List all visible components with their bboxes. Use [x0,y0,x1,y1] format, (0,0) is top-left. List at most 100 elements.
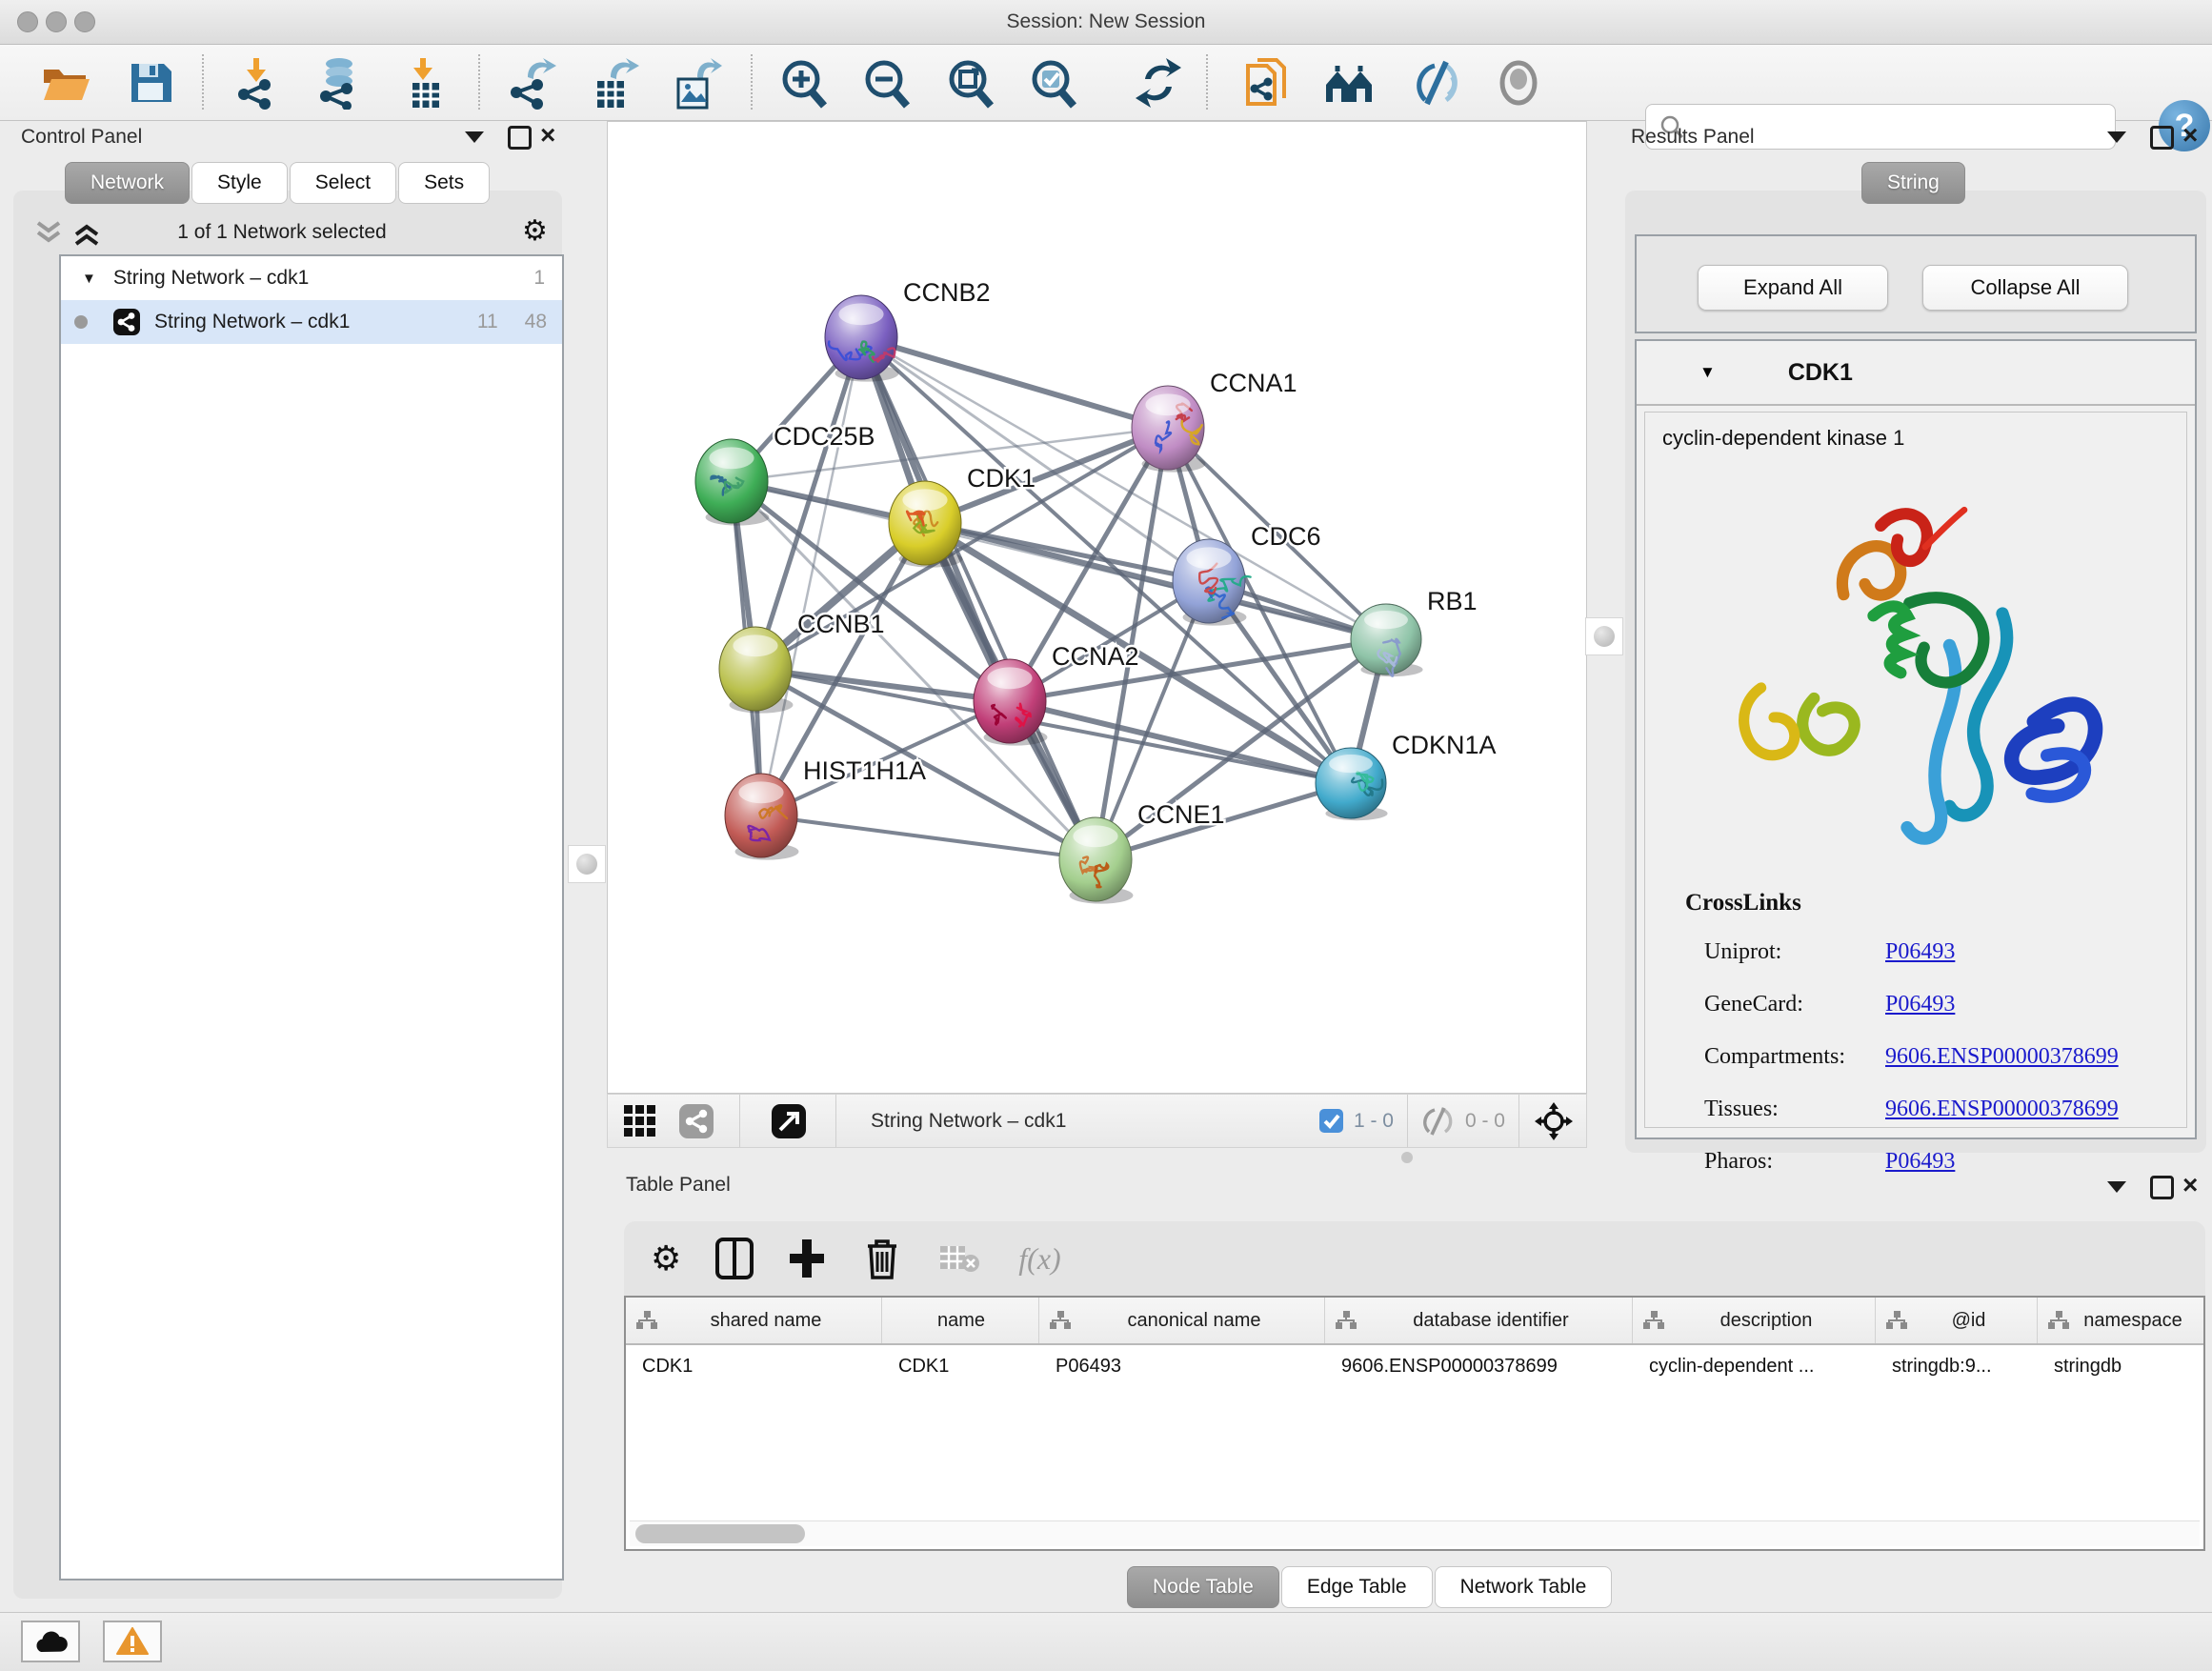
column-header[interactable]: namespace [2038,1298,2203,1343]
column-header[interactable]: description [1633,1298,1876,1343]
crosslink-tissues-link[interactable]: 9606.ENSP00000378699 [1885,1097,2119,1122]
control-panel-float-icon[interactable] [465,131,484,143]
horizontal-splitter-handle[interactable] [1401,1152,1413,1163]
function-builder-icon[interactable]: f(x) [1018,1241,1060,1277]
control-panel-tabs: Network Style Select Sets [65,162,492,204]
control-panel-close-icon[interactable]: × [540,126,555,144]
tab-edge-table[interactable]: Edge Table [1281,1566,1433,1608]
protein-card: ▼ CDK1 cyclin-dependent kinase 1 [1635,339,2197,1139]
export-table-icon[interactable] [586,56,639,110]
cell-database-identifier[interactable]: 9606.ENSP00000378699 [1325,1345,1633,1387]
share-file-icon[interactable] [1240,56,1294,110]
network-node-CDKN1A[interactable]: CDKN1A [1316,731,1497,820]
grid-view-icon[interactable] [623,1104,657,1138]
column-header[interactable]: shared name [626,1298,882,1343]
network-node-HIST1H1A[interactable]: HIST1H1A [725,756,926,860]
network-edge-CCNB2-CCNA1[interactable] [861,337,1168,428]
protein-card-header[interactable]: ▼ CDK1 [1637,341,2195,406]
network-edge-CCNB2-HIST1H1A[interactable] [761,337,861,815]
results-panel-close-icon[interactable]: × [2182,126,2198,144]
tab-network-table[interactable]: Network Table [1435,1566,1613,1608]
tab-sets[interactable]: Sets [398,162,490,204]
delete-column-icon[interactable] [864,1237,900,1280]
network-node-CCNE1[interactable]: CCNE1 [1059,800,1225,904]
import-table-icon[interactable] [399,56,452,110]
right-splitter-handle[interactable] [1585,617,1623,655]
zoom-fit-icon[interactable] [943,56,996,110]
column-type-icon [635,1310,658,1331]
crosslink-pharos-link[interactable]: P06493 [1885,1149,1955,1175]
tab-node-table[interactable]: Node Table [1127,1566,1279,1608]
network-node-CCNA1[interactable]: CCNA1 [1132,369,1297,473]
tree-expander-icon[interactable]: ▼ [82,271,96,287]
export-network-icon[interactable] [505,56,558,110]
results-panel-float-icon[interactable] [2107,131,2126,143]
network-edge-HIST1H1A-CCNE1[interactable] [761,815,1096,859]
save-session-icon[interactable] [124,56,177,110]
network-options-gear-icon[interactable]: ⚙ [522,217,548,246]
show-panel-eye-icon[interactable] [1492,56,1545,110]
network-view-icon[interactable] [678,1103,714,1139]
cell-name[interactable]: CDK1 [882,1345,1039,1387]
table-panel-close-icon[interactable]: × [2182,1176,2198,1194]
crosslink-compartments-link[interactable]: 9606.ENSP00000378699 [1885,1044,2119,1070]
network-node-RB1[interactable]: RB1 [1351,587,1478,676]
table-panel-maximize-icon[interactable] [2150,1176,2174,1199]
hide-panel-eye-icon[interactable] [1410,56,1463,110]
search-input[interactable] [1692,115,2115,139]
network-tree-root-row[interactable]: ▼ String Network – cdk1 1 [61,256,562,300]
show-columns-icon[interactable] [715,1238,754,1279]
node-label-CCNA2: CCNA2 [1052,642,1139,671]
collapse-section-icon[interactable]: ▼ [1699,363,1716,382]
tab-string[interactable]: String [1861,162,1965,204]
table-horizontal-scrollbar[interactable] [630,1520,2200,1546]
refresh-icon[interactable] [1132,56,1185,110]
network-tree-row[interactable]: String Network – cdk1 11 48 [61,300,562,344]
table-options-gear-icon[interactable]: ⚙ [651,1244,681,1273]
add-column-icon[interactable] [788,1238,826,1279]
cell-namespace[interactable]: stringdb [2038,1345,2203,1387]
column-header[interactable]: @id [1876,1298,2038,1343]
crosslink-uniprot-link[interactable]: P06493 [1885,939,1955,965]
network-graph[interactable]: CCNB2CCNA1CDC25BCDK1CDC6RB1CCNB1CCNA2CDK… [608,122,1586,1093]
hidden-elements-icon[interactable] [1421,1107,1456,1136]
crosslink-genecard-link[interactable]: P06493 [1885,992,1955,1017]
collapse-all-button[interactable]: Collapse All [1922,265,2128,311]
cell-description[interactable]: cyclin-dependent ... [1633,1345,1876,1387]
results-panel-maximize-icon[interactable] [2150,126,2174,150]
selected-checkbox-icon[interactable] [1318,1108,1344,1134]
tab-select[interactable]: Select [290,162,396,204]
column-header[interactable]: database identifier [1325,1298,1633,1343]
cloud-status-button[interactable] [21,1621,80,1662]
table-tabs: Node Table Edge Table Network Table [1127,1566,1614,1608]
warnings-button[interactable] [103,1621,162,1662]
tab-style[interactable]: Style [191,162,288,204]
crosslink-label: Compartments: [1704,1044,1885,1070]
network-canvas[interactable]: CCNB2CCNA1CDC25BCDK1CDC6RB1CCNB1CCNA2CDK… [607,121,1587,1094]
node-label-CCNB2: CCNB2 [903,278,991,307]
home-pages-icon[interactable] [1322,56,1376,110]
table-row[interactable]: CDK1 CDK1 P06493 9606.ENSP00000378699 cy… [626,1345,2203,1387]
delete-table-icon[interactable] [938,1242,980,1275]
open-in-new-window-icon[interactable] [771,1103,807,1139]
control-panel-maximize-icon[interactable] [508,126,532,150]
open-session-icon[interactable] [38,56,91,110]
birds-eye-view-icon[interactable] [1533,1100,1575,1142]
import-network-icon[interactable] [232,56,286,110]
export-image-icon[interactable] [669,56,722,110]
column-header[interactable]: name [882,1298,1039,1343]
cell-canonical-name[interactable]: P06493 [1039,1345,1325,1387]
scrollbar-thumb[interactable] [635,1524,805,1543]
column-header[interactable]: canonical name [1039,1298,1325,1343]
import-network-from-database-icon[interactable] [314,56,368,110]
left-splitter-handle[interactable] [568,845,606,883]
cell-shared-name[interactable]: CDK1 [626,1345,882,1387]
zoom-out-icon[interactable] [859,56,913,110]
zoom-selected-icon[interactable] [1026,56,1079,110]
cell-id[interactable]: stringdb:9... [1876,1345,2038,1387]
expand-all-button[interactable]: Expand All [1698,265,1888,311]
zoom-in-icon[interactable] [776,56,830,110]
tab-network[interactable]: Network [65,162,190,204]
netbar-separator [739,1095,740,1147]
table-panel-float-icon[interactable] [2107,1181,2126,1193]
